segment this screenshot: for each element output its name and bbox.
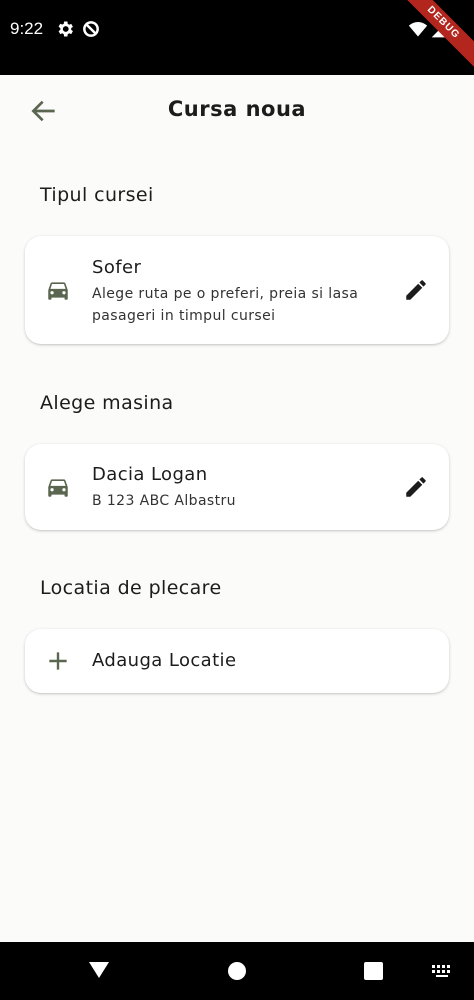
data-saver-icon: [83, 21, 99, 37]
trip-type-card[interactable]: Sofer Alege ruta pe o preferi, preia si …: [25, 236, 449, 344]
back-triangle-icon[interactable]: [88, 960, 110, 980]
car-card[interactable]: Dacia Logan B 123 ABC Albastru: [25, 444, 449, 530]
edit-icon[interactable]: [403, 474, 429, 500]
recents-square-icon[interactable]: [364, 962, 383, 980]
wifi-icon: [408, 22, 428, 37]
car-icon: [48, 282, 68, 300]
add-location-label: Adauga Locatie: [92, 650, 237, 671]
section-title-departure: Locatia de plecare: [40, 577, 222, 599]
home-circle-icon[interactable]: [227, 961, 247, 981]
car-subtitle: B 123 ABC Albastru: [92, 493, 236, 509]
trip-type-subtitle: Alege ruta pe o preferi, preia si lasa p…: [92, 286, 359, 324]
edit-icon[interactable]: [403, 277, 429, 303]
add-location-card[interactable]: Adauga Locatie: [25, 629, 449, 693]
status-bar: 9:22 DEBUG: [0, 0, 474, 76]
settings-icon: [58, 21, 73, 37]
section-title-car: Alege masina: [40, 392, 174, 414]
app-bar: Cursa noua: [0, 75, 474, 145]
car-icon: [48, 479, 68, 497]
trip-type-title: Sofer: [92, 257, 142, 278]
system-nav-bar: [0, 942, 474, 1000]
car-title: Dacia Logan: [92, 464, 208, 485]
section-title-trip-type: Tipul cursei: [40, 184, 154, 206]
status-time: 9:22: [10, 19, 44, 38]
plus-icon: [49, 652, 67, 670]
page-title: Cursa noua: [167, 97, 307, 121]
keyboard-icon[interactable]: [431, 964, 453, 978]
